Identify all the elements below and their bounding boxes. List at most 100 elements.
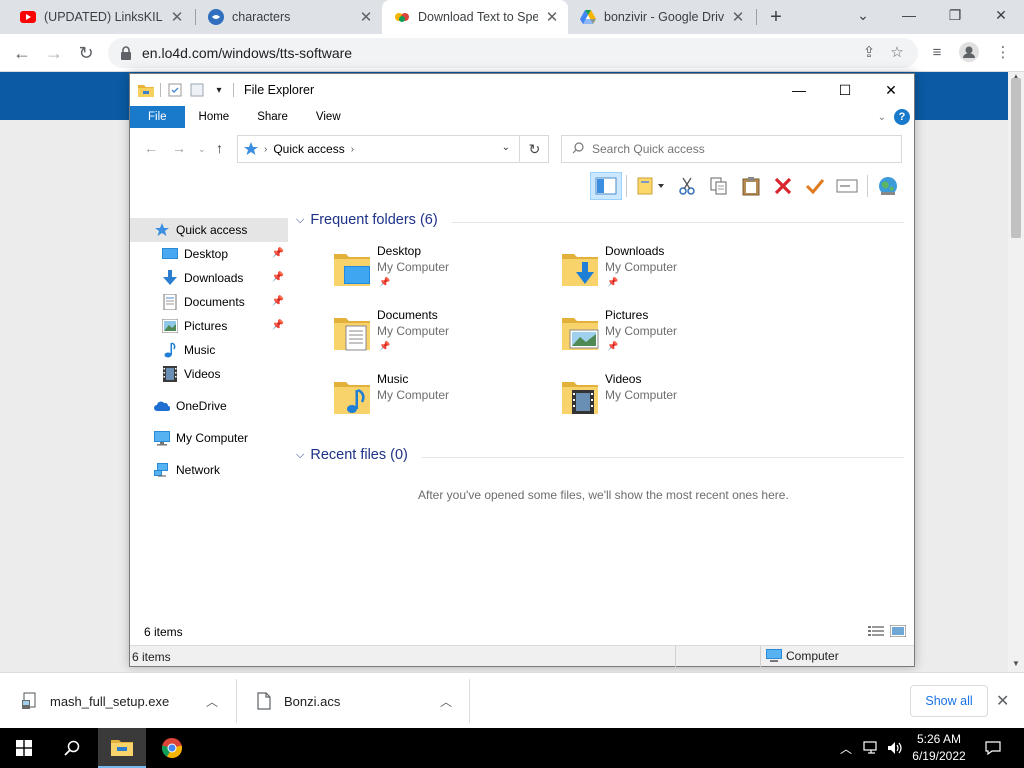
- large-icons-view-icon[interactable]: [889, 624, 907, 640]
- close-tab-icon[interactable]: ✕: [358, 9, 374, 26]
- close-shelf-icon[interactable]: ✕: [996, 691, 1009, 711]
- up-arrow-icon[interactable]: ↑: [216, 140, 223, 156]
- globe-icon[interactable]: [872, 172, 904, 200]
- tab-search-chevron-icon[interactable]: ⌄: [840, 0, 886, 30]
- tab-google-drive[interactable]: bonzivir - Google Drive ✕: [568, 0, 754, 34]
- minimize-icon[interactable]: —: [886, 0, 932, 30]
- properties-icon[interactable]: [167, 82, 183, 98]
- share-icon[interactable]: ⇪: [856, 39, 882, 65]
- quick-access-star-icon: [154, 222, 170, 238]
- maximize-icon[interactable]: ☐: [822, 74, 868, 106]
- close-tab-icon[interactable]: ✕: [730, 9, 746, 26]
- nav-item-music[interactable]: Music: [130, 338, 288, 362]
- nav-item-downloads[interactable]: Downloads 📌: [130, 266, 288, 290]
- delete-icon[interactable]: [767, 172, 799, 200]
- download-item-bonzi[interactable]: Bonzi.acs ︿: [254, 673, 464, 729]
- rename-icon[interactable]: [831, 172, 863, 200]
- details-view-icon[interactable]: [868, 625, 884, 640]
- pin-icon: 📌: [271, 296, 284, 307]
- scrollbar-thumb[interactable]: [1011, 78, 1021, 238]
- paste-icon[interactable]: [735, 172, 767, 200]
- search-input[interactable]: [592, 142, 872, 156]
- tab-download-tts[interactable]: Download Text to Spee ✕: [382, 0, 568, 34]
- folder-tile-documents[interactable]: Documents My Computer 📌: [332, 308, 552, 364]
- new-folder-icon[interactable]: [189, 82, 205, 98]
- folder-tile-music[interactable]: Music My Computer: [332, 372, 552, 428]
- expand-ribbon-chevron-icon[interactable]: ⌄: [878, 112, 886, 123]
- download-options-chevron-icon[interactable]: ︿: [206, 693, 218, 710]
- folder-tile-pictures[interactable]: Pictures My Computer 📌: [560, 308, 780, 364]
- nav-item-documents[interactable]: Documents 📌: [130, 290, 288, 314]
- back-arrow-icon[interactable]: ←: [144, 140, 158, 156]
- start-windows-icon[interactable]: [0, 728, 48, 768]
- help-icon[interactable]: ?: [894, 109, 910, 125]
- back-icon[interactable]: ←: [8, 39, 36, 67]
- tab-file[interactable]: File: [130, 106, 185, 128]
- media-control-icon[interactable]: ≡: [924, 39, 950, 65]
- breadcrumb-separator-icon[interactable]: ›: [264, 144, 267, 155]
- search-box[interactable]: [561, 135, 902, 163]
- download-item-mash[interactable]: mash_full_setup.exe ︿: [20, 673, 230, 729]
- reload-icon[interactable]: ↻: [72, 39, 100, 67]
- profile-avatar-icon[interactable]: [956, 39, 982, 65]
- clock[interactable]: 5:26 AM 6/19/2022: [906, 731, 972, 765]
- download-options-chevron-icon[interactable]: ︿: [440, 693, 452, 710]
- navigation-pane-icon[interactable]: [590, 172, 622, 200]
- collapse-chevron-icon[interactable]: ⌵: [296, 214, 304, 227]
- copy-icon[interactable]: [703, 172, 735, 200]
- tab-characters[interactable]: characters ✕: [196, 0, 382, 34]
- folder-tile-videos[interactable]: Videos My Computer: [560, 372, 780, 428]
- restore-icon[interactable]: ❐: [932, 0, 978, 30]
- window-title: File Explorer: [244, 83, 315, 97]
- close-window-icon[interactable]: ✕: [978, 0, 1024, 30]
- scroll-down-icon[interactable]: ▼: [1012, 659, 1020, 668]
- checkmark-icon[interactable]: [799, 172, 831, 200]
- show-hidden-icons-chevron-icon[interactable]: ︿: [836, 728, 856, 768]
- explorer-address-bar[interactable]: › Quick access › ⌄: [237, 135, 549, 163]
- nav-item-pictures[interactable]: Pictures 📌: [130, 314, 288, 338]
- close-icon[interactable]: ✕: [868, 74, 914, 106]
- menu-kebab-icon[interactable]: ⋮: [990, 39, 1016, 65]
- explorer-app-icon[interactable]: [138, 82, 154, 98]
- collapse-chevron-icon[interactable]: ⌵: [296, 449, 304, 462]
- volume-icon[interactable]: [884, 728, 906, 768]
- address-bar[interactable]: en.lo4d.com/windows/tts-software: [108, 38, 918, 68]
- chrome-taskbar-icon[interactable]: [148, 728, 196, 768]
- show-all-button[interactable]: Show all: [910, 685, 988, 717]
- notifications-icon[interactable]: [978, 728, 1008, 768]
- nav-item-onedrive[interactable]: OneDrive: [130, 394, 288, 418]
- nav-item-desktop[interactable]: Desktop 📌: [130, 242, 288, 266]
- file-explorer-taskbar-icon[interactable]: [98, 728, 146, 768]
- network-status-icon[interactable]: [860, 728, 882, 768]
- forward-arrow-icon[interactable]: →: [172, 140, 186, 156]
- recent-files-header[interactable]: ⌵ Recent files (0): [296, 447, 408, 463]
- new-tab-button[interactable]: +: [766, 7, 786, 27]
- folder-tile-downloads[interactable]: Downloads My Computer 📌: [560, 244, 780, 300]
- folder-tile-desktop[interactable]: Desktop My Computer 📌: [332, 244, 552, 300]
- nav-item-videos[interactable]: Videos: [130, 362, 288, 386]
- cut-icon[interactable]: [671, 172, 703, 200]
- close-tab-icon[interactable]: ✕: [169, 9, 185, 26]
- search-icon[interactable]: [48, 728, 96, 768]
- new-item-icon[interactable]: [631, 172, 671, 200]
- tab-home[interactable]: Home: [185, 106, 244, 128]
- breadcrumb-separator-icon[interactable]: ›: [351, 144, 354, 155]
- nav-item-my-computer[interactable]: My Computer: [130, 426, 288, 450]
- minimize-icon[interactable]: —: [776, 74, 822, 106]
- forward-icon[interactable]: →: [40, 39, 68, 67]
- address-dropdown-icon[interactable]: ⌄: [502, 142, 510, 153]
- bookmark-star-icon[interactable]: ☆: [884, 39, 910, 65]
- tab-view[interactable]: View: [302, 106, 355, 128]
- page-scrollbar[interactable]: ▲ ▼: [1008, 72, 1024, 672]
- breadcrumb[interactable]: Quick access: [273, 142, 344, 156]
- refresh-icon[interactable]: ↻: [519, 135, 549, 163]
- frequent-folders-header[interactable]: ⌵ Frequent folders (6): [296, 212, 438, 228]
- nav-item-quick-access[interactable]: Quick access: [130, 218, 288, 242]
- tab-youtube[interactable]: (UPDATED) LinksKILL (I... ✕: [8, 0, 193, 34]
- recent-locations-chevron-icon[interactable]: ⌄: [198, 144, 206, 155]
- customize-toolbar-chevron-icon[interactable]: ▾: [211, 82, 227, 98]
- tab-share[interactable]: Share: [243, 106, 302, 128]
- lock-icon[interactable]: [120, 46, 134, 60]
- close-tab-icon[interactable]: ✕: [544, 9, 560, 26]
- nav-item-network[interactable]: Network: [130, 458, 288, 482]
